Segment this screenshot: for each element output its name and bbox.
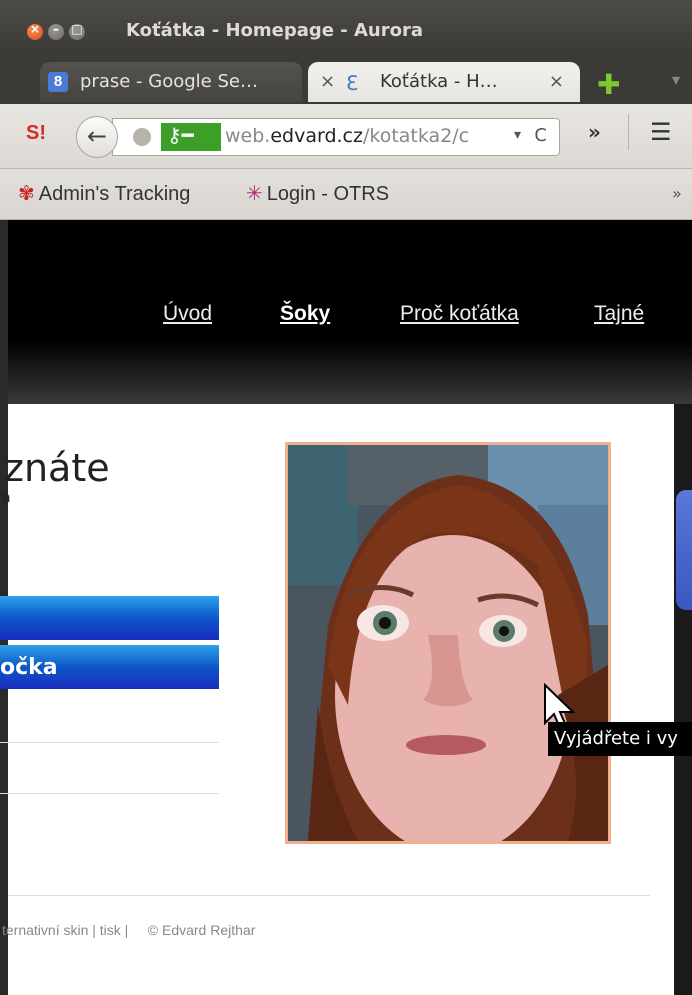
nav-link-soky[interactable]: Šoky <box>280 302 330 326</box>
subheading-fragment: a <box>2 490 11 506</box>
footer: ternativní skin | tisk | © Edvard Rejtha… <box>2 922 256 938</box>
tab-title: Koťátka - H… <box>380 71 498 92</box>
globe-icon[interactable] <box>133 128 151 146</box>
nav-link-tajne[interactable]: Tajné <box>594 302 644 326</box>
tab-strip: 8 prase - Google Se… × ℇ Koťátka - H… × <box>0 56 692 104</box>
window-close-button[interactable]: × <box>27 22 43 40</box>
toolbar-overflow-icon[interactable]: » <box>588 120 601 144</box>
extension-icon[interactable]: S! <box>26 122 46 145</box>
footer-link-tisk[interactable]: tisk <box>100 922 121 938</box>
nav-link-uvod[interactable]: Úvod <box>163 302 212 326</box>
tab-close-icon[interactable]: × <box>549 71 564 92</box>
minimize-icon: – <box>53 22 59 36</box>
site-header <box>0 220 692 404</box>
tab-google-search[interactable]: 8 prase - Google Se… <box>40 62 302 102</box>
divider <box>0 793 219 794</box>
web-page: Úvod Šoky Proč koťátka Tajné znáte a očk… <box>0 220 692 995</box>
blue-menu-button[interactable] <box>0 596 219 640</box>
google-icon: 8 <box>48 72 68 92</box>
reload-icon[interactable]: C <box>534 125 547 146</box>
tab-list-icon[interactable]: ▾ <box>672 70 680 89</box>
nav-link-proc-kotatka[interactable]: Proč koťátka <box>400 302 519 326</box>
window-maximize-button[interactable]: □ <box>69 22 85 40</box>
close-icon: × <box>29 22 41 36</box>
footer-link-skin[interactable]: ternativní skin <box>2 922 88 938</box>
back-button[interactable]: ← <box>76 116 118 158</box>
site-favicon-icon: ℇ <box>346 71 359 95</box>
portrait-photo[interactable] <box>285 442 611 844</box>
side-arrow-decoration <box>676 490 692 610</box>
image-tooltip: Vyjádřete i vy <box>548 722 692 756</box>
url-dropdown-icon[interactable]: ▾ <box>514 127 521 143</box>
footer-divider <box>8 895 650 896</box>
bookmarks-overflow-icon[interactable]: » <box>672 184 682 203</box>
hamburger-menu-icon[interactable]: ☰ <box>650 118 672 146</box>
window-titlebar: × – □ Koťátka - Homepage - Aurora <box>0 0 692 56</box>
new-tab-icon[interactable]: ✚ <box>597 68 620 101</box>
tracking-icon: ✾ <box>18 183 35 205</box>
blue-menu-button-ocka[interactable]: očka <box>0 645 219 689</box>
url-text[interactable]: web.edvard.cz/kotatka2/c <box>225 125 507 147</box>
maximize-icon: □ <box>71 22 83 36</box>
bookmarks-toolbar: ✾ Admin's Tracking ✳ Login - OTRS <box>0 169 692 220</box>
toolbar-divider <box>628 114 629 150</box>
bookmark-login-otrs[interactable]: ✳ Login - OTRS <box>246 181 389 206</box>
password-key-icon[interactable]: ⚷━ <box>161 123 221 151</box>
copyright: © Edvard Rejthar <box>147 922 256 938</box>
close-icon[interactable]: × <box>320 71 335 92</box>
window-title: Koťátka - Homepage - Aurora <box>126 20 424 41</box>
otrs-icon: ✳ <box>246 183 263 205</box>
divider <box>0 742 219 743</box>
url-bar[interactable]: ⚷━ web.edvard.cz/kotatka2/c ▾ C <box>112 118 560 156</box>
page-heading: znáte <box>4 446 110 490</box>
bookmark-admins-tracking[interactable]: ✾ Admin's Tracking <box>18 181 190 206</box>
window-minimize-button[interactable]: – <box>48 22 64 40</box>
tab-kotatka[interactable]: × ℇ Koťátka - H… × <box>308 62 580 102</box>
tab-title: prase - Google Se… <box>80 71 258 92</box>
